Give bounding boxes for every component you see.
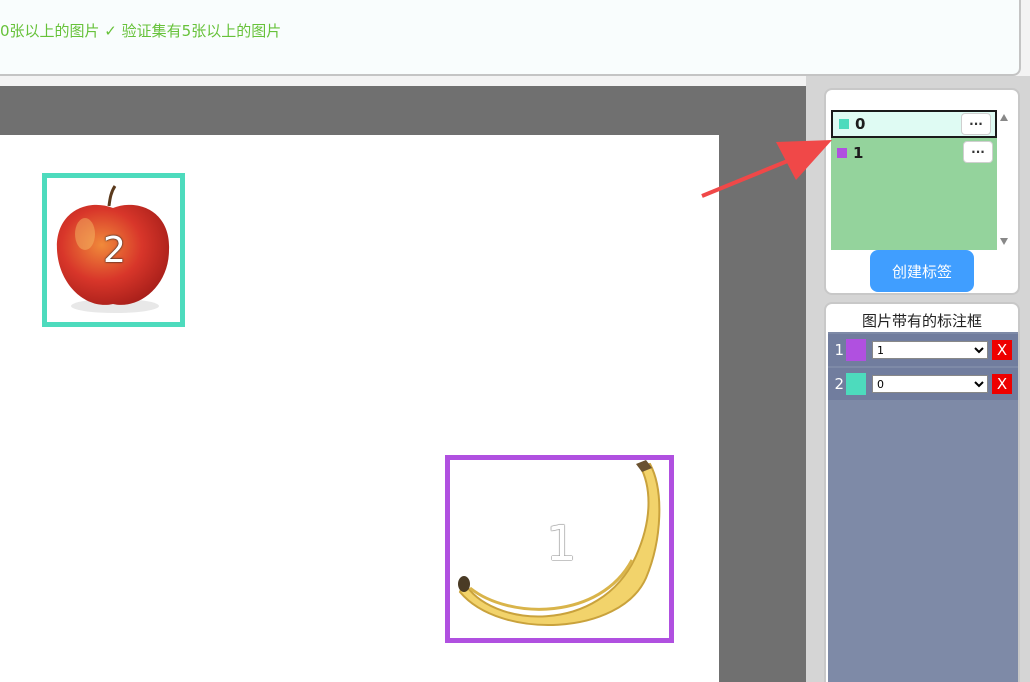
label-name: 1 bbox=[853, 144, 864, 162]
canvas-area[interactable]: 2 1 bbox=[0, 86, 806, 682]
bounding-box-1[interactable]: 1 bbox=[445, 455, 674, 643]
image-canvas[interactable]: 2 1 bbox=[0, 135, 719, 682]
label-item[interactable]: 0 ··· bbox=[831, 110, 997, 138]
bbox-row-index: 1 bbox=[834, 341, 844, 359]
delete-bbox-button[interactable]: X bbox=[992, 340, 1012, 360]
label-name: 0 bbox=[855, 115, 866, 133]
dataset-status-text: 0张以上的图片 ✓ 验证集有5张以上的图片 bbox=[0, 22, 282, 40]
more-options-button[interactable]: ··· bbox=[961, 113, 991, 135]
label-item[interactable]: 1 ··· bbox=[831, 138, 997, 168]
bbox-list-panel: 图片带有的标注框 1 1 X 2 0 X bbox=[824, 302, 1020, 682]
annotation-app: 0张以上的图片 ✓ 验证集有5张以上的图片 2 1 0 ··· 1 ··· 创建… bbox=[0, 0, 1030, 682]
bounding-box-2[interactable]: 2 bbox=[42, 173, 185, 327]
delete-bbox-button[interactable]: X bbox=[992, 374, 1012, 394]
label-list[interactable]: 0 ··· 1 ··· bbox=[831, 110, 997, 250]
bbox-panel-title: 图片带有的标注框 bbox=[861, 312, 982, 330]
bbox-color-swatch bbox=[846, 373, 866, 395]
more-options-button[interactable]: ··· bbox=[963, 141, 993, 163]
scroll-down-icon[interactable] bbox=[1000, 238, 1008, 245]
bounding-box-number: 1 bbox=[546, 516, 577, 572]
bbox-row-index: 2 bbox=[834, 375, 844, 393]
bounding-box-number: 2 bbox=[103, 230, 126, 271]
bbox-label-select[interactable]: 0 bbox=[872, 375, 988, 393]
bbox-list: 1 1 X 2 0 X bbox=[828, 332, 1018, 682]
bbox-row[interactable]: 1 1 X bbox=[828, 334, 1018, 366]
create-label-button[interactable]: 创建标签 bbox=[870, 250, 974, 292]
scroll-up-icon[interactable] bbox=[1000, 114, 1008, 121]
bbox-label-select[interactable]: 1 bbox=[872, 341, 988, 359]
label-color-swatch bbox=[839, 119, 849, 129]
label-color-swatch bbox=[837, 148, 847, 158]
bbox-color-swatch bbox=[846, 339, 866, 361]
bbox-row[interactable]: 2 0 X bbox=[828, 368, 1018, 400]
